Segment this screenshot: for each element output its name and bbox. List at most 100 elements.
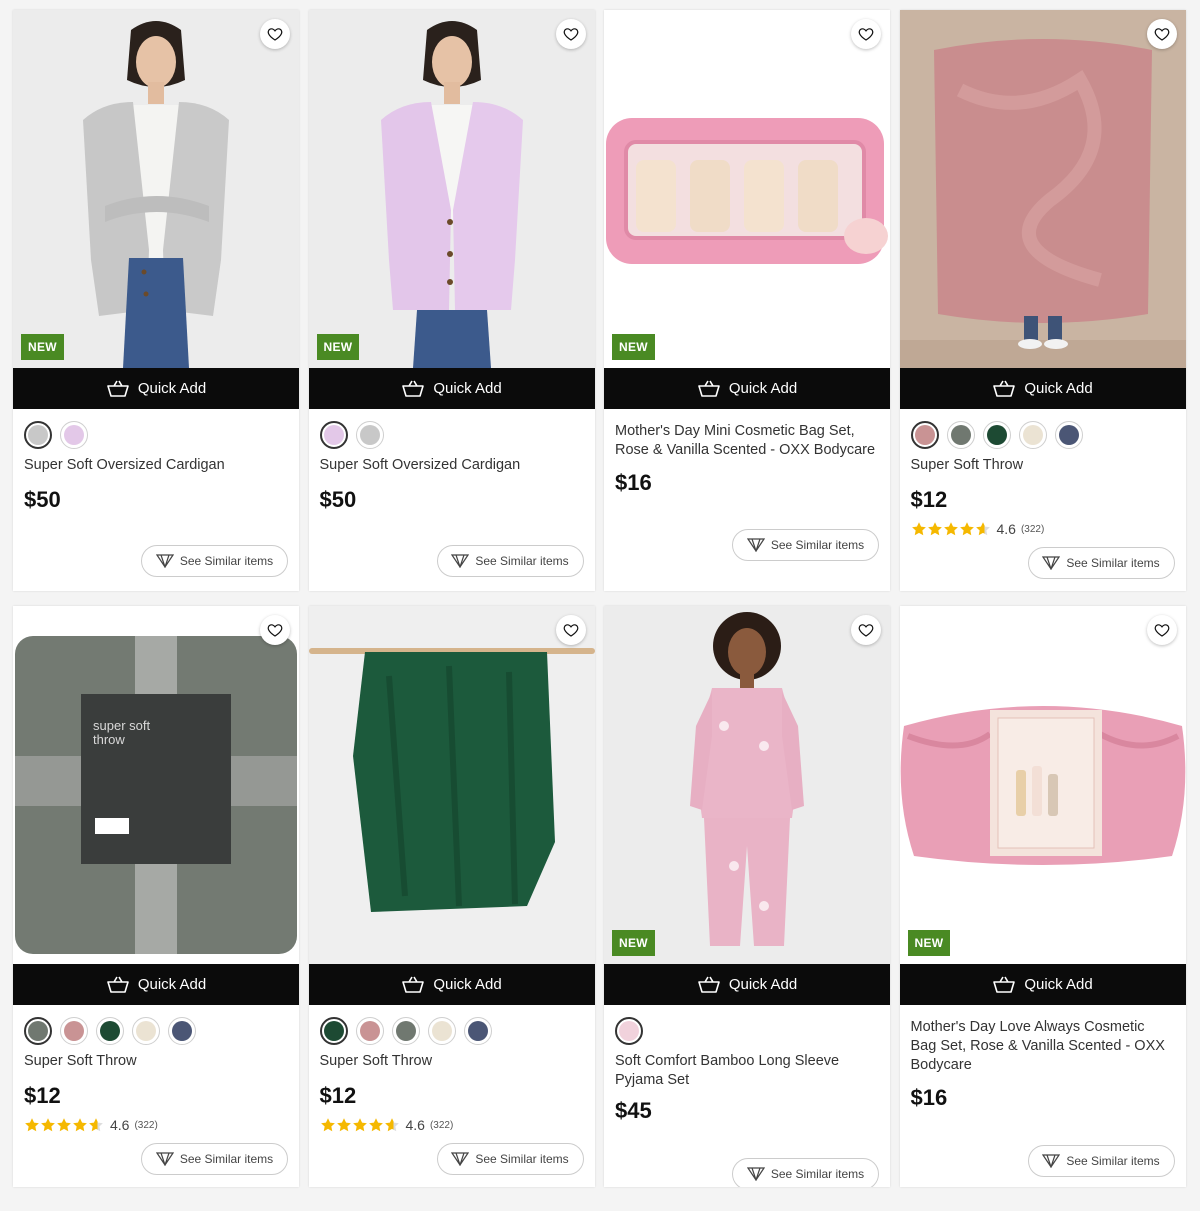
swatch-grey[interactable] <box>24 421 52 449</box>
quick-add-label: Quick Add <box>728 976 798 993</box>
swatch-lilac[interactable] <box>60 421 88 449</box>
wishlist-heart-icon[interactable] <box>1146 615 1177 645</box>
quick-add-label: Quick Add <box>137 380 207 397</box>
star-rating-icon <box>911 521 991 537</box>
swatch-pink[interactable] <box>355 1017 384 1045</box>
product-title[interactable]: Super Soft Throw <box>911 456 1174 475</box>
product-title[interactable]: Super Soft Oversized Cardigan <box>24 456 287 475</box>
quick-add-button[interactable]: Quick Add <box>13 964 299 1005</box>
product-title[interactable]: Mother's Day Love Always Cosmetic Bag Se… <box>911 1018 1174 1075</box>
wishlist-heart-icon[interactable] <box>555 19 586 49</box>
see-similar-button[interactable]: See Similar items <box>436 545 584 577</box>
product-grid: NEW Quick Add Super Soft Oversized Cardi… <box>13 10 1186 1187</box>
product-card[interactable]: Quick Add Super Soft Throw $12 4.6 (322)… <box>899 10 1186 591</box>
new-badge: NEW <box>21 334 64 360</box>
product-price: $16 <box>910 1085 948 1110</box>
product-image[interactable] <box>308 10 595 368</box>
similar-icon <box>746 538 765 552</box>
product-card[interactable]: super soft throw Quick Add Super Soft Th… <box>13 606 299 1187</box>
product-title[interactable]: Super Soft Oversized Cardigan <box>320 456 583 475</box>
swatch-cream[interactable] <box>1018 421 1047 449</box>
see-similar-label: See Similar items <box>179 1152 274 1166</box>
swatch-navy[interactable] <box>168 1017 196 1045</box>
similar-icon <box>1042 556 1061 570</box>
swatch-green[interactable] <box>319 1017 348 1045</box>
see-similar-label: See Similar items <box>475 1152 569 1166</box>
wishlist-heart-icon[interactable] <box>260 19 290 49</box>
quick-add-label: Quick Add <box>1024 380 1093 397</box>
wishlist-heart-icon[interactable] <box>1146 19 1177 49</box>
wishlist-heart-icon[interactable] <box>851 615 881 645</box>
see-similar-label: See Similar items <box>1066 1154 1160 1168</box>
quick-add-button[interactable]: Quick Add <box>308 368 595 409</box>
basket-icon <box>402 380 425 397</box>
swatch-green[interactable] <box>982 421 1011 449</box>
see-similar-button[interactable]: See Similar items <box>436 1143 584 1175</box>
see-similar-button[interactable]: See Similar items <box>732 1158 879 1187</box>
quick-add-button[interactable]: Quick Add <box>604 964 890 1005</box>
wishlist-heart-icon[interactable] <box>851 19 881 49</box>
product-title[interactable]: Mother's Day Mini Cosmetic Bag Set, Rose… <box>615 422 878 460</box>
swatch-lilac[interactable] <box>319 421 348 449</box>
see-similar-button[interactable]: See Similar items <box>1027 547 1175 579</box>
see-similar-button[interactable]: See Similar items <box>1027 1145 1175 1177</box>
product-title[interactable]: Soft Comfort Bamboo Long Sleeve Pyjama S… <box>615 1052 878 1090</box>
quick-add-button[interactable]: Quick Add <box>899 964 1186 1005</box>
basket-icon <box>107 976 129 993</box>
swatch-green[interactable] <box>96 1017 124 1045</box>
swatch-navy[interactable] <box>463 1017 492 1045</box>
product-image[interactable]: super soft throw <box>13 606 299 964</box>
product-card[interactable]: NEW Quick Add Soft Comfort Bamboo Long S… <box>604 606 890 1187</box>
rating-value: 4.6 <box>405 1117 425 1133</box>
swatch-pink-floral[interactable] <box>615 1017 643 1045</box>
product-rating: 4.6 (322) <box>320 1117 453 1133</box>
swatch-cream[interactable] <box>427 1017 456 1045</box>
svg-text:throw: throw <box>93 732 125 747</box>
wishlist-heart-icon[interactable] <box>555 615 586 645</box>
product-image[interactable] <box>899 606 1186 964</box>
quick-add-button[interactable]: Quick Add <box>308 964 595 1005</box>
similar-icon <box>1042 1154 1061 1168</box>
product-card[interactable]: NEW Quick Add Mother's Day Love Always C… <box>899 606 1186 1187</box>
swatch-grey[interactable] <box>946 421 975 449</box>
swatch-pink[interactable] <box>910 421 939 449</box>
quick-add-button[interactable]: Quick Add <box>899 368 1186 409</box>
swatch-grey[interactable] <box>391 1017 420 1045</box>
product-card[interactable]: NEW Quick Add Super Soft Oversized Cardi… <box>308 10 595 591</box>
swatch-navy[interactable] <box>1054 421 1083 449</box>
product-card[interactable]: NEW Quick Add Mother's Day Mini Cosmetic… <box>604 10 890 591</box>
product-image[interactable] <box>308 606 595 964</box>
swatch-grey[interactable] <box>24 1017 52 1045</box>
similar-icon <box>155 554 174 568</box>
product-title[interactable]: Super Soft Throw <box>24 1052 287 1071</box>
review-count[interactable]: (322) <box>134 1120 157 1131</box>
basket-icon <box>698 380 720 397</box>
see-similar-label: See Similar items <box>1066 556 1160 570</box>
color-swatches <box>910 421 1083 449</box>
swatch-grey[interactable] <box>355 421 384 449</box>
quick-add-button[interactable]: Quick Add <box>13 368 299 409</box>
wishlist-heart-icon[interactable] <box>260 615 290 645</box>
product-card[interactable]: Quick Add Super Soft Throw $12 4.6 (322)… <box>308 606 595 1187</box>
product-title[interactable]: Super Soft Throw <box>320 1052 583 1071</box>
product-price: $45 <box>615 1098 652 1123</box>
see-similar-label: See Similar items <box>475 554 569 568</box>
product-image[interactable] <box>604 10 890 368</box>
product-price: $16 <box>615 470 652 495</box>
basket-icon <box>993 380 1016 397</box>
product-image[interactable] <box>899 10 1186 368</box>
product-card[interactable]: NEW Quick Add Super Soft Oversized Cardi… <box>13 10 299 591</box>
see-similar-button[interactable]: See Similar items <box>732 529 879 561</box>
see-similar-button[interactable]: See Similar items <box>141 1143 288 1175</box>
similar-icon <box>451 1152 470 1166</box>
swatch-cream[interactable] <box>132 1017 160 1045</box>
product-image[interactable] <box>13 10 299 368</box>
review-count[interactable]: (322) <box>1021 524 1044 535</box>
see-similar-button[interactable]: See Similar items <box>141 545 288 577</box>
swatch-pink[interactable] <box>60 1017 88 1045</box>
quick-add-button[interactable]: Quick Add <box>604 368 890 409</box>
product-rating: 4.6 (322) <box>24 1117 158 1133</box>
review-count[interactable]: (322) <box>430 1120 453 1131</box>
product-image[interactable] <box>604 606 890 964</box>
basket-icon <box>107 380 129 397</box>
